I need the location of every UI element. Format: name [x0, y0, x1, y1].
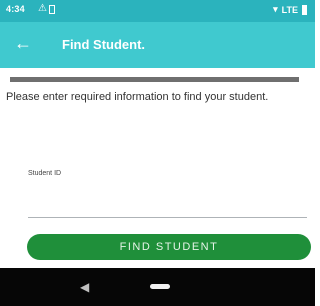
- app-bar: ← Find Student.: [0, 22, 315, 68]
- page-title: Find Student.: [62, 37, 146, 52]
- instruction-text: Please enter required information to fin…: [6, 91, 269, 103]
- student-id-input[interactable]: [28, 181, 307, 218]
- status-time: 4:34: [6, 4, 25, 14]
- sd-card-icon: [49, 5, 55, 14]
- progress-fill: [10, 77, 299, 82]
- progress-bar: [10, 77, 299, 82]
- status-bar: 4:34 ⚠ ▾ LTE: [0, 0, 315, 22]
- network-text: LTE: [281, 4, 298, 15]
- back-arrow-icon[interactable]: ←: [14, 33, 32, 53]
- signal-icon: ▾: [273, 4, 278, 14]
- battery-icon: [302, 4, 307, 15]
- student-id-label: Student ID: [28, 170, 62, 177]
- android-nav-bar: ◀: [0, 268, 315, 306]
- notification-icon: ⚠: [38, 3, 47, 14]
- nav-home-icon[interactable]: [150, 284, 170, 289]
- find-student-button[interactable]: FIND STUDENT: [27, 234, 311, 260]
- nav-back-icon[interactable]: ◀: [80, 280, 89, 294]
- status-indicators: ▾ LTE: [273, 4, 307, 15]
